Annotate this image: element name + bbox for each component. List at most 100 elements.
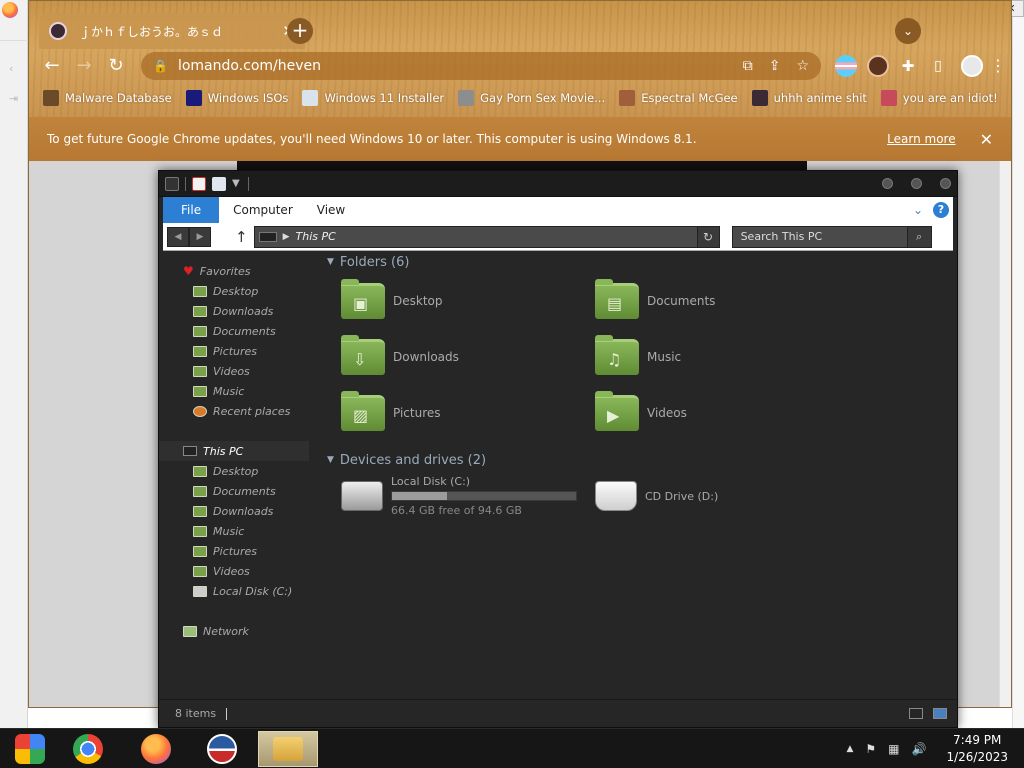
nav-network[interactable]: Network [159, 621, 309, 641]
infobar-message: To get future Google Chrome updates, you… [47, 132, 697, 146]
page-scrollbar[interactable] [999, 161, 1011, 707]
taskbar-firefox[interactable] [126, 731, 186, 767]
back-button[interactable]: ◀ [167, 226, 189, 247]
learn-more-link[interactable]: Learn more [887, 132, 955, 146]
nav-item[interactable]: Videos [159, 561, 309, 581]
tab-computer[interactable]: Computer [233, 203, 293, 217]
chrome-menu-icon[interactable]: ⋮ [985, 53, 1011, 79]
help-icon[interactable]: ? [933, 202, 949, 218]
drive-tile-c[interactable]: Local Disk (C:) 66.4 GB free of 94.6 GB [327, 471, 581, 521]
nav-item[interactable]: Desktop [159, 461, 309, 481]
quick-access-dropdown-icon[interactable]: ▼ [232, 178, 240, 189]
documents-folder-icon: ▤ [595, 279, 639, 319]
clock[interactable]: 7:49 PM 1/26/2023 [946, 732, 1008, 766]
taskbar-chrome[interactable] [58, 731, 118, 767]
nav-item[interactable]: Pictures [159, 341, 309, 361]
nav-item[interactable]: Desktop [159, 281, 309, 301]
bookmark-item[interactable]: Windows ISOs [185, 90, 288, 106]
extension-flag-icon[interactable] [835, 55, 857, 77]
large-icons-view-icon[interactable] [933, 708, 947, 719]
folder-tile[interactable]: ▤ Documents [581, 273, 835, 329]
nav-item[interactable]: Pictures [159, 541, 309, 561]
side-panel-icon[interactable]: ▯ [925, 53, 951, 79]
drives-group-header[interactable]: ▼ Devices and drives (2) [327, 449, 947, 471]
breadcrumb[interactable]: This PC [296, 230, 697, 243]
nav-item[interactable]: Downloads [159, 301, 309, 321]
bookmark-star-icon[interactable]: ☆ [796, 58, 809, 74]
network-icon[interactable]: ▦ [888, 742, 899, 756]
taskbar-file-explorer[interactable] [258, 731, 318, 767]
explorer-address-bar[interactable]: ▶ This PC ↻ [253, 225, 720, 248]
share-icon[interactable]: ⇪ [769, 58, 781, 74]
nav-item[interactable]: Documents [159, 481, 309, 501]
drive-tile-d[interactable]: CD Drive (D:) [581, 471, 835, 521]
extensions-puzzle-icon[interactable]: ✚ [895, 53, 921, 79]
chrome-theme-header: ｊかｈｆしおうお。あｓｄ ✕ + ⌄ ← → ↻ 🔒 lomando.com/h… [29, 1, 1011, 117]
action-center-flag-icon[interactable]: ⚑ [865, 742, 876, 756]
back-button[interactable]: ← [39, 53, 65, 79]
bookmark-item[interactable]: uhhh anime shit [751, 90, 867, 106]
folder-tile[interactable]: ▣ Desktop [327, 273, 581, 329]
maximize-icon[interactable] [911, 178, 922, 189]
details-view-icon[interactable] [909, 708, 923, 719]
refresh-icon[interactable]: ↻ [696, 226, 719, 247]
cd-drive-icon [595, 481, 637, 511]
arrow-icon: ‹ [9, 62, 14, 75]
forward-button[interactable]: → [71, 53, 97, 79]
bookmark-item[interactable]: Espectral McGee [619, 90, 738, 106]
taskbar-chromium[interactable] [0, 731, 60, 767]
bookmark-item[interactable]: Malware Database [43, 90, 172, 106]
nav-item[interactable]: Downloads [159, 501, 309, 521]
profile-avatar-icon[interactable] [961, 55, 983, 77]
search-icon[interactable]: ⌕ [906, 226, 931, 247]
folder-tile[interactable]: ♫ Music [581, 329, 835, 385]
campaign-logo-icon [207, 734, 237, 764]
explorer-titlebar[interactable]: ▼ [159, 171, 957, 197]
tab-search-button[interactable]: ⌄ [895, 18, 921, 44]
translate-icon[interactable]: ⧉ [743, 58, 753, 74]
nav-this-pc[interactable]: This PC [159, 441, 309, 461]
music-folder-icon [193, 525, 207, 537]
volume-icon[interactable]: 🔊 [912, 742, 927, 756]
bookmark-item[interactable]: you are an idiot! [880, 90, 998, 106]
reload-button[interactable]: ↻ [103, 53, 129, 79]
bookmark-favicon-icon [619, 90, 636, 106]
address-bar[interactable]: 🔒 lomando.com/heven ⧉ ⇪ ☆ [141, 52, 821, 80]
nav-item[interactable]: Videos [159, 361, 309, 381]
properties-icon[interactable] [192, 176, 206, 191]
breadcrumb-chevron-icon[interactable]: ▶ [283, 232, 290, 242]
bookmark-favicon-icon [185, 90, 202, 106]
nav-item[interactable]: Documents [159, 321, 309, 341]
folder-tile[interactable]: ▨ Pictures [327, 385, 581, 441]
tab-view[interactable]: View [317, 203, 345, 217]
bookmark-item[interactable]: Windows 11 Installer [302, 90, 444, 106]
up-arrow-icon[interactable]: ↑ [235, 228, 248, 246]
view-switcher [909, 708, 947, 719]
background-window-edge: ‹ ⇥ [0, 0, 28, 728]
nav-item[interactable]: Local Disk (C:) [159, 581, 309, 601]
folders-group-header[interactable]: ▼ Folders (6) [327, 251, 947, 273]
downloads-folder-icon [193, 505, 207, 517]
close-icon[interactable] [940, 178, 951, 189]
tab-title: ｊかｈｆしおうお。あｓｄ [79, 24, 224, 39]
forward-button[interactable]: ▶ [189, 226, 211, 247]
nav-favorites[interactable]: ♥ Favorites [159, 261, 309, 281]
taskbar-app[interactable] [192, 731, 252, 767]
show-hidden-icons-chevron[interactable]: ▲ [846, 744, 853, 754]
nav-item[interactable]: Music [159, 381, 309, 401]
infobar-close-icon[interactable]: ✕ [980, 130, 993, 149]
tab-file[interactable]: File [163, 197, 220, 223]
new-folder-icon[interactable] [212, 176, 226, 191]
expand-ribbon-icon[interactable]: ⌄ [913, 203, 923, 217]
folder-tile[interactable]: ▶ Videos [581, 385, 835, 441]
bookmark-item[interactable]: Gay Porn Sex Movie... [458, 90, 605, 106]
search-input[interactable]: Search This PC ⌕ [731, 225, 932, 248]
nav-item[interactable]: Music [159, 521, 309, 541]
extension-avatar-icon[interactable] [867, 55, 889, 77]
url-text[interactable]: lomando.com/heven [178, 58, 727, 74]
folder-tile[interactable]: ⇩ Downloads [327, 329, 581, 385]
new-tab-button[interactable]: + [287, 18, 313, 44]
browser-tab[interactable]: ｊかｈｆしおうお。あｓｄ ✕ [39, 13, 305, 49]
minimize-icon[interactable] [882, 178, 893, 189]
nav-item[interactable]: Recent places [159, 401, 309, 421]
